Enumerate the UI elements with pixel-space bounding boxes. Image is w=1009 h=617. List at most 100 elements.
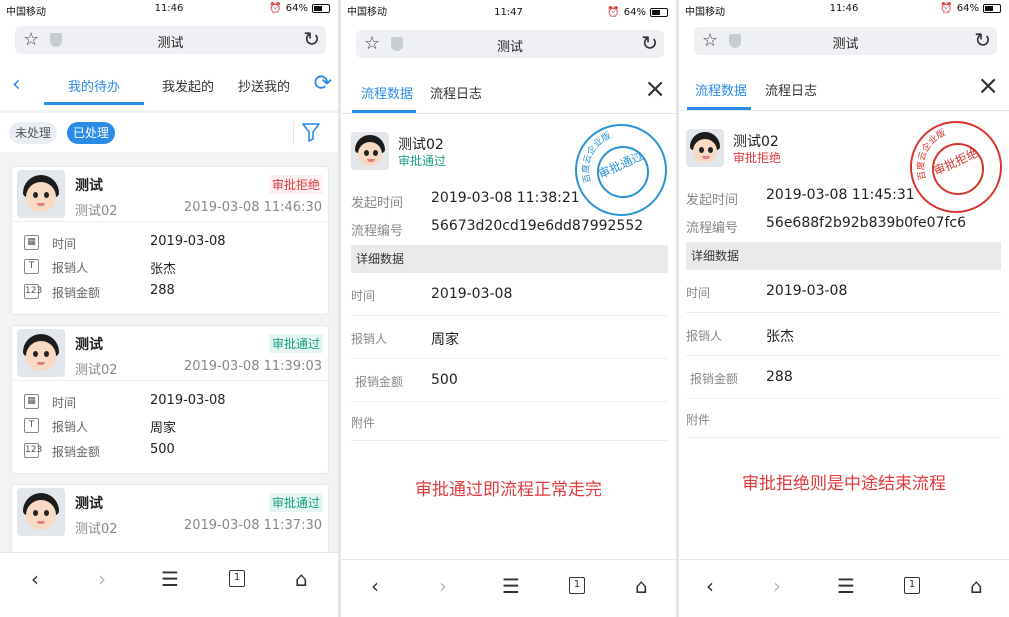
text-icon: T [24, 259, 39, 274]
reload-icon[interactable]: ↻ [641, 31, 658, 55]
tab-process-log[interactable]: 流程日志 [765, 80, 817, 99]
approved-detail-screen: 中国移动 11:47 ⏰ 64% ☆ 测试 ↻ 流程数据 流程日志 × 测试02… [341, 0, 676, 617]
forward-icon[interactable]: › [98, 567, 106, 591]
field-label: 时间 [686, 286, 711, 300]
menu-icon[interactable]: ☰ [161, 567, 179, 591]
tabs-icon[interactable]: 1 [904, 577, 920, 594]
requester-name: 测试02 [733, 134, 779, 150]
field-value: 2019-03-08 11:45:31 [766, 187, 915, 203]
battery-fill [652, 10, 661, 15]
back-arrow-icon[interactable]: ‹ [12, 72, 21, 97]
status-badge: 审批通过 [268, 334, 323, 353]
field-label: 报销金额 [355, 375, 404, 389]
annotation-text: 审批拒绝则是中途结束流程 [742, 474, 946, 494]
task-subtitle: 测试02 [75, 363, 118, 378]
number-icon: 123 [24, 284, 42, 299]
field-value: 周家 [150, 421, 177, 436]
menu-icon[interactable]: ☰ [502, 574, 520, 598]
back-icon[interactable]: ‹ [706, 574, 714, 598]
field-value: 2019-03-08 [431, 286, 513, 302]
field-label: 报销人 [686, 329, 723, 343]
sync-icon[interactable]: ⟳ [314, 71, 332, 96]
task-card[interactable]: 测试 测试02 2019-03-08 11:46:30 审批拒绝 ▦ 时间 2019… [11, 166, 329, 315]
avatar [17, 170, 65, 218]
tabs-icon[interactable]: 1 [229, 570, 245, 587]
tabs-icon[interactable]: 1 [569, 577, 585, 594]
browser-bottom-nav: ‹ › ☰ 1 ⌂ [341, 559, 676, 617]
field-label: 发起时间 [351, 196, 404, 211]
home-icon[interactable]: ⌂ [635, 574, 648, 598]
task-title: 测试 [75, 337, 103, 353]
battery-percent: 64% [623, 7, 646, 18]
task-title: 测试 [75, 496, 103, 512]
active-tab-indicator [687, 107, 751, 110]
field-label: 报销人 [52, 261, 89, 275]
avatar [351, 132, 389, 170]
field-label: 发起时间 [686, 193, 739, 208]
field-label: 流程编号 [686, 221, 739, 236]
reload-icon[interactable]: ↻ [303, 27, 320, 51]
attachment-row[interactable]: 附件 [351, 403, 668, 441]
forward-icon[interactable]: › [773, 574, 781, 598]
forward-icon[interactable]: › [439, 574, 447, 598]
start-time-row: 发起时间 2019-03-08 11:45:31 [686, 185, 999, 209]
list-tabs: ‹ 我的待办 我发起的 抄送我的 ⟳ [0, 62, 338, 110]
field-label: 报销人 [351, 332, 388, 346]
detail-row: 报销金额 500 [351, 360, 668, 402]
process-id-row: 流程编号 56673d20cd19e6dd87992552 [351, 216, 666, 240]
filter-unprocessed[interactable]: 未处理 [9, 122, 58, 144]
filter-processed[interactable]: 已处理 [67, 122, 116, 144]
field-label: 时间 [52, 396, 77, 410]
tab-process-data[interactable]: 流程数据 [695, 80, 747, 99]
menu-icon[interactable]: ☰ [837, 574, 855, 598]
avatar [686, 129, 724, 167]
home-icon[interactable]: ⌂ [970, 574, 983, 598]
task-subtitle: 测试02 [75, 204, 118, 219]
calendar-icon: ▦ [24, 394, 39, 409]
field-value: 56e688f2b92b839b0fe07fc6 [766, 215, 966, 231]
task-card[interactable]: 测试 测试02 2019-03-08 11:39:03 审批通过 ▦ 时间 2019… [11, 325, 329, 474]
tab-initiated[interactable]: 我发起的 [162, 76, 214, 95]
tab-cc-me[interactable]: 抄送我的 [238, 76, 290, 95]
battery-fill [985, 6, 994, 11]
address-bar[interactable]: ☆ 测试 ↻ [356, 30, 664, 58]
battery-icon [650, 8, 668, 17]
avatar [17, 488, 65, 536]
address-bar[interactable]: ☆ 测试 ↻ [694, 27, 997, 55]
alarm-icon: ⏰ [607, 7, 620, 18]
task-subtitle: 测试02 [75, 522, 118, 537]
field-value: 周家 [431, 332, 459, 348]
field-value: 500 [150, 442, 175, 457]
field-value: 2019-03-08 11:38:21 [431, 190, 580, 206]
address-bar[interactable]: ☆ 测试 ↻ [15, 26, 326, 54]
battery-icon [312, 4, 330, 13]
home-icon[interactable]: ⌂ [295, 567, 308, 591]
field-value: 张杰 [766, 329, 794, 345]
attachment-row[interactable]: 附件 [686, 400, 1001, 438]
field-label: 附件 [351, 416, 376, 430]
field-value: 张杰 [150, 262, 177, 277]
filter-bar: 未处理 已处理 [0, 112, 338, 152]
task-date: 2019-03-08 11:37:30 [183, 518, 322, 533]
detail-row: 报销人 张杰 [686, 314, 1001, 356]
page-title: 测试 [832, 37, 859, 52]
number-icon: 123 [24, 443, 42, 458]
filter-funnel-icon[interactable] [302, 122, 320, 142]
field-value: 500 [431, 372, 458, 388]
status-badge: 审批通过 [268, 493, 323, 512]
section-header: 详细数据 [351, 245, 668, 273]
back-icon[interactable]: ‹ [371, 574, 379, 598]
tab-my-todo[interactable]: 我的待办 [68, 76, 120, 95]
detail-row: 报销人 周家 [351, 317, 668, 359]
close-icon[interactable]: × [977, 73, 999, 99]
field-value: 2019-03-08 [766, 283, 848, 299]
status-badge: 审批拒绝 [268, 175, 323, 194]
reload-icon[interactable]: ↻ [974, 28, 991, 52]
close-icon[interactable]: × [644, 76, 666, 102]
process-id-row: 流程编号 56e688f2b92b839b0fe07fc6 [686, 213, 999, 237]
field-value: 2019-03-08 [150, 393, 226, 408]
battery-percent: 64% [285, 3, 308, 14]
tab-process-data[interactable]: 流程数据 [361, 83, 413, 102]
tab-process-log[interactable]: 流程日志 [430, 83, 482, 102]
back-icon[interactable]: ‹ [31, 567, 39, 591]
